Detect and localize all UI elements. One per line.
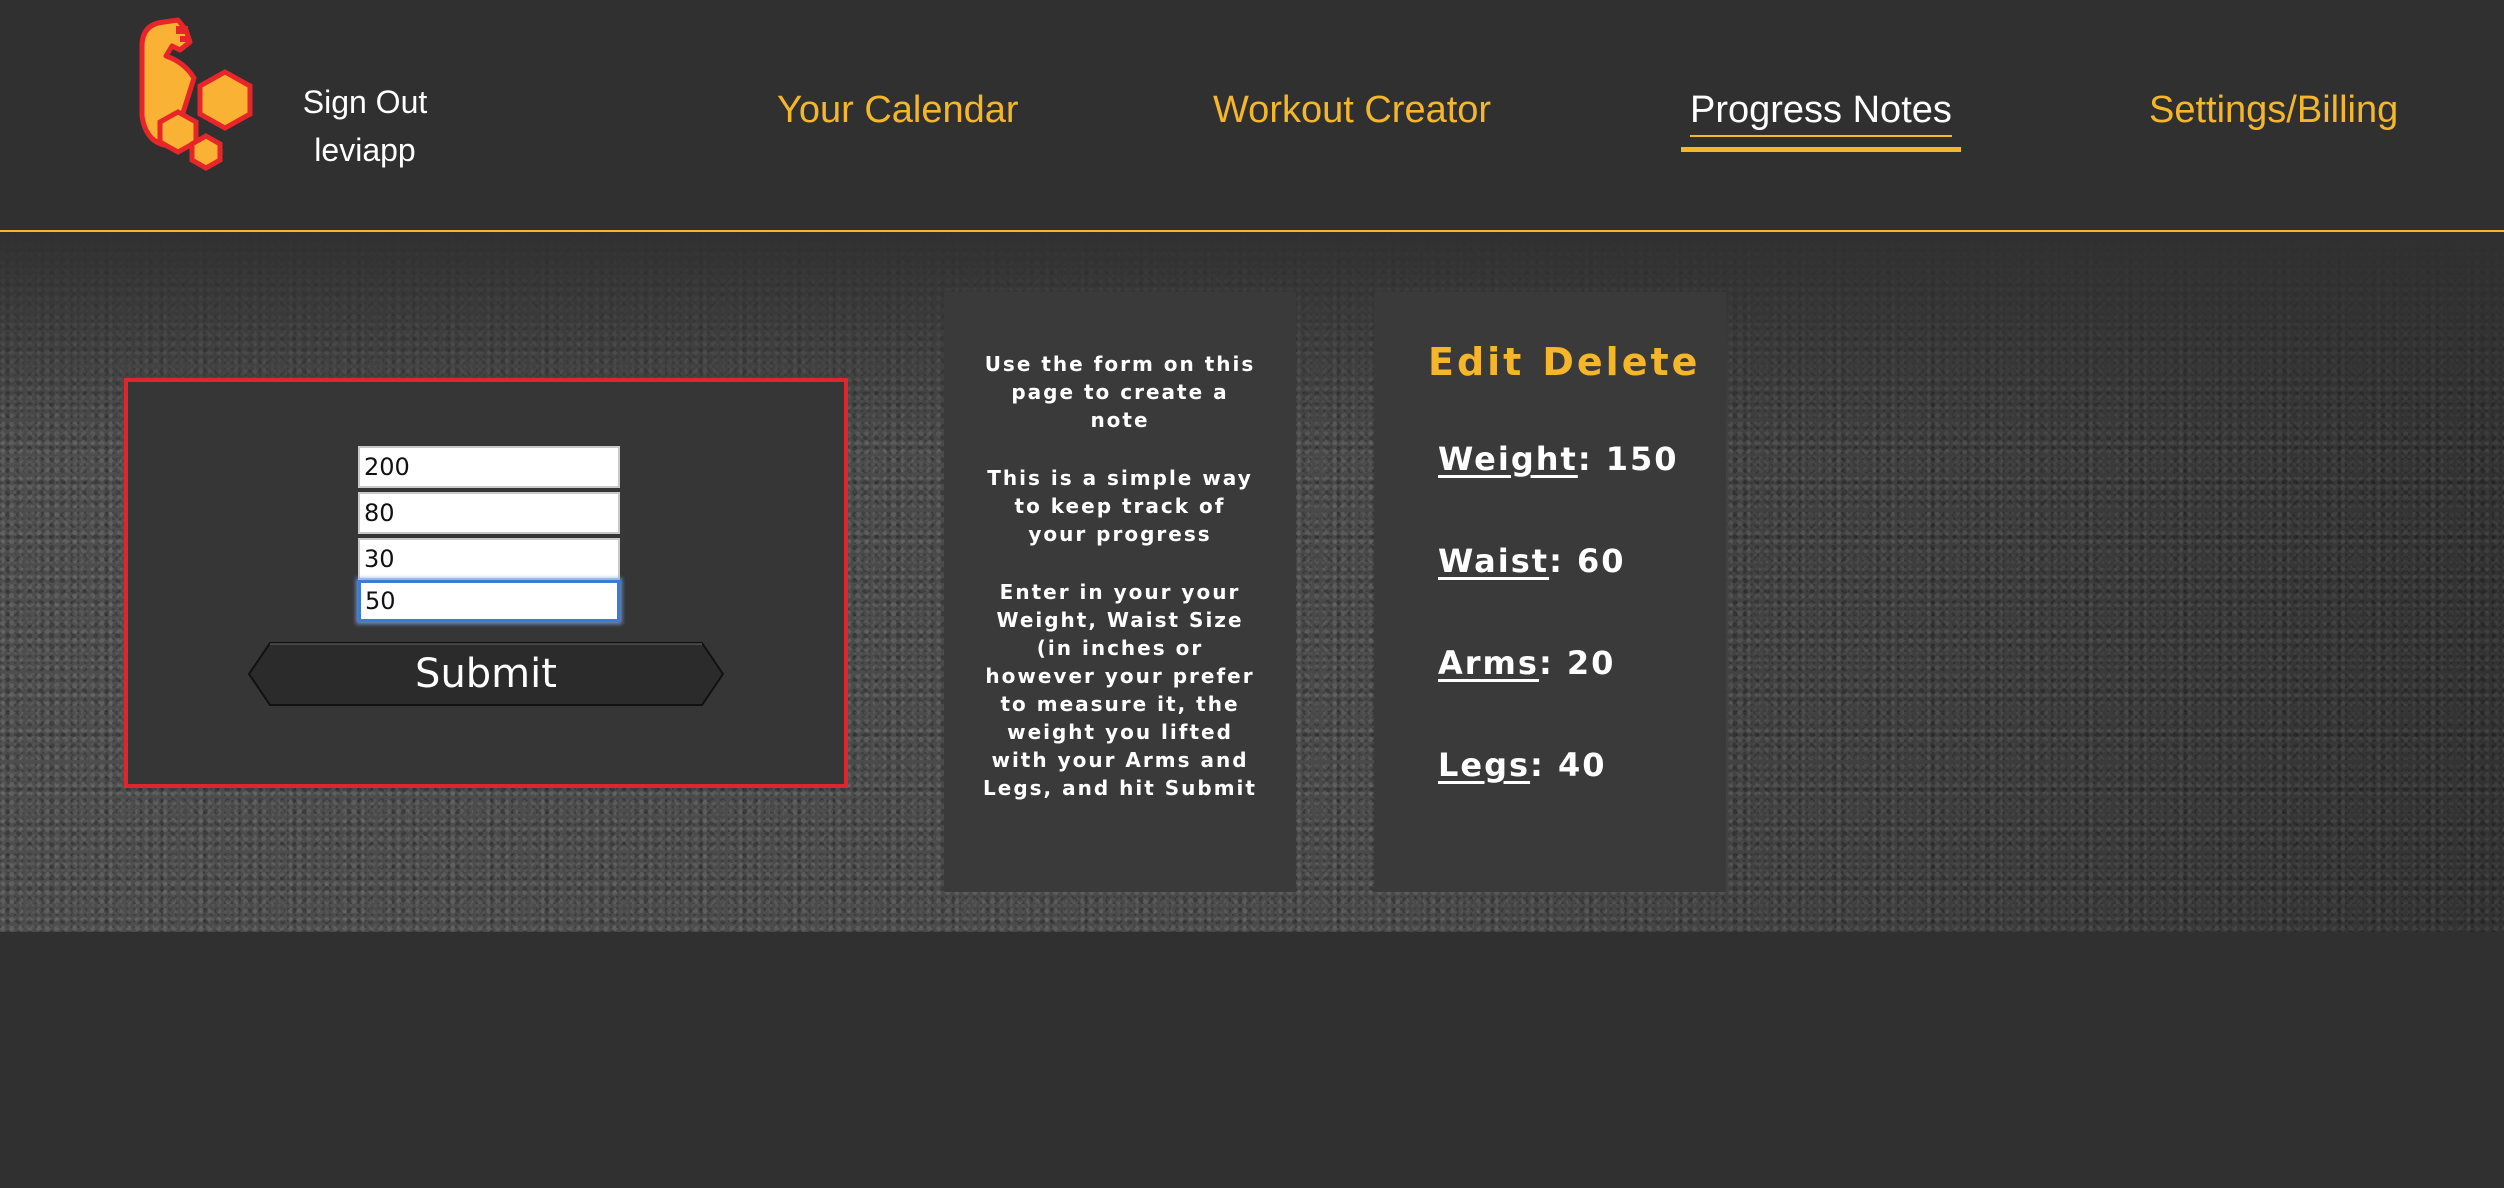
sign-out-link[interactable]: Sign Out [290,78,440,126]
delete-note-button[interactable]: Delete [1542,340,1700,384]
nav-progress-notes[interactable]: Progress Notes [1690,84,1952,136]
progress-note-form: Submit [124,378,848,788]
arms-stat-value: : 20 [1538,644,1616,682]
nav-settings-billing[interactable]: Settings/Billing [2149,84,2398,136]
legs-stat-label: Legs [1438,746,1531,784]
legs-stat-value: : 40 [1530,746,1607,784]
arms-stat: Arms: 20 [1438,644,1615,682]
instructions-text: Use the form on this page to create a no… [982,350,1258,832]
active-nav-indicator [1681,147,1961,152]
nav-workout-creator[interactable]: Workout Creator [1213,84,1491,136]
weight-input[interactable] [358,446,620,488]
legs-stat: Legs: 40 [1438,746,1607,784]
waist-stat-label: Waist [1438,542,1550,580]
weight-stat-label: Weight [1438,440,1578,478]
instructions-paragraph: Use the form on this page to create a no… [984,352,1256,432]
note-actions: Edit Delete [1428,340,1718,384]
flexed-arm-logo-icon[interactable] [130,16,260,172]
instructions-paragraph: This is a simple way to keep track of yo… [987,466,1253,546]
submit-button[interactable]: Submit [248,642,724,706]
active-nav-underline [1690,135,1952,137]
instructions-panel: Use the form on this page to create a no… [944,292,1296,892]
instructions-paragraph: Enter in your your Weight, Waist Size (i… [983,580,1257,800]
waist-input[interactable] [358,492,620,534]
arms-input[interactable] [358,538,620,580]
username-label: leviapp [314,132,416,168]
weight-stat: Weight: 150 [1438,440,1679,478]
legs-input[interactable] [358,580,620,622]
waist-stat-value: : 60 [1549,542,1626,580]
progress-note-card: Edit Delete Weight: 150 Waist: 60 Arms: 2… [1374,292,1726,892]
edit-note-button[interactable]: Edit [1428,340,1524,384]
weight-stat-value: : 150 [1577,440,1679,478]
nav-your-calendar[interactable]: Your Calendar [777,84,1019,136]
submit-label: Submit [415,651,557,697]
waist-stat: Waist: 60 [1438,542,1626,580]
arms-stat-label: Arms [1438,644,1539,682]
top-navigation-bar: Sign Out leviapp Your Calendar Workout C… [0,0,2504,230]
account-menu: Sign Out leviapp [290,78,440,174]
